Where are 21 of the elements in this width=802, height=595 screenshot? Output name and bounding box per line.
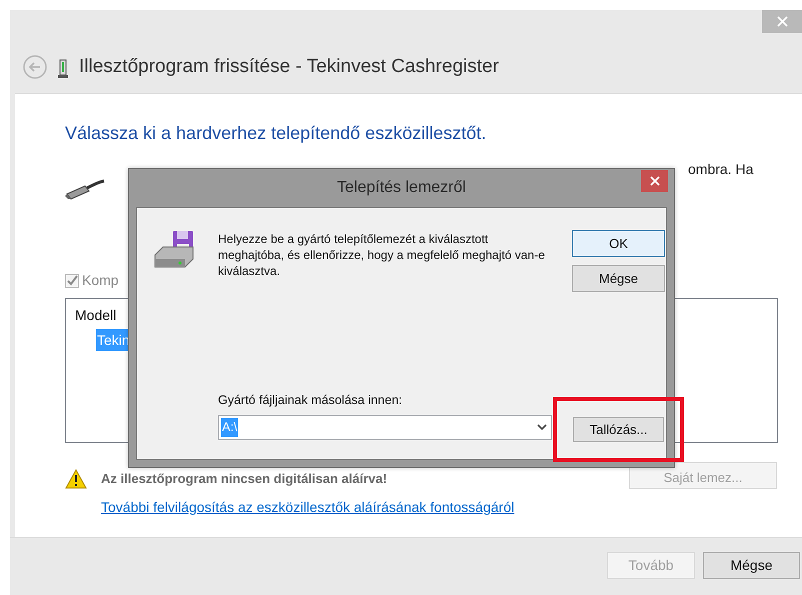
window-title: Illesztőprogram frissítése - Tekinvest Cashregister	[79, 55, 499, 79]
browse-button[interactable]: Tallózás...	[573, 417, 664, 442]
hardware-icon	[57, 59, 69, 79]
close-icon	[650, 176, 660, 186]
column-header[interactable]: Modell	[75, 307, 116, 323]
page-heading: Válassza ki a hardverhez telepítendő eszközillesztőt.	[65, 122, 488, 145]
dialog-message: Helyezze be a gyártó telepítőlemezét a kiválasztott meghajtóba, és ellenőrizze, hogy a megfelelő meghajtó van-e kiválasztva.	[218, 231, 546, 279]
description-text: ombra. Ha	[688, 160, 754, 179]
close-button[interactable]	[641, 170, 668, 192]
warning-icon	[65, 469, 87, 489]
dialog-button[interactable]: OK	[572, 230, 665, 257]
dialog-title: Telepítés lemezről	[337, 178, 466, 198]
field-label: Gyártó fájljainak másolása innen:	[218, 392, 402, 409]
usb-plug-icon	[65, 178, 105, 200]
help-link[interactable]: További felvilágosítás az eszközillesztők aláírásának fontosságáról	[101, 497, 514, 518]
dialog-button[interactable]: Mégse	[572, 265, 665, 292]
close-icon	[776, 16, 788, 27]
footer-button[interactable]: Mégse	[703, 552, 800, 579]
warning-text: Az illesztőprogram nincsen digitálisan aláírva!	[101, 470, 388, 488]
close-button[interactable]	[762, 10, 802, 33]
checkbox-label: Komp	[82, 271, 119, 290]
